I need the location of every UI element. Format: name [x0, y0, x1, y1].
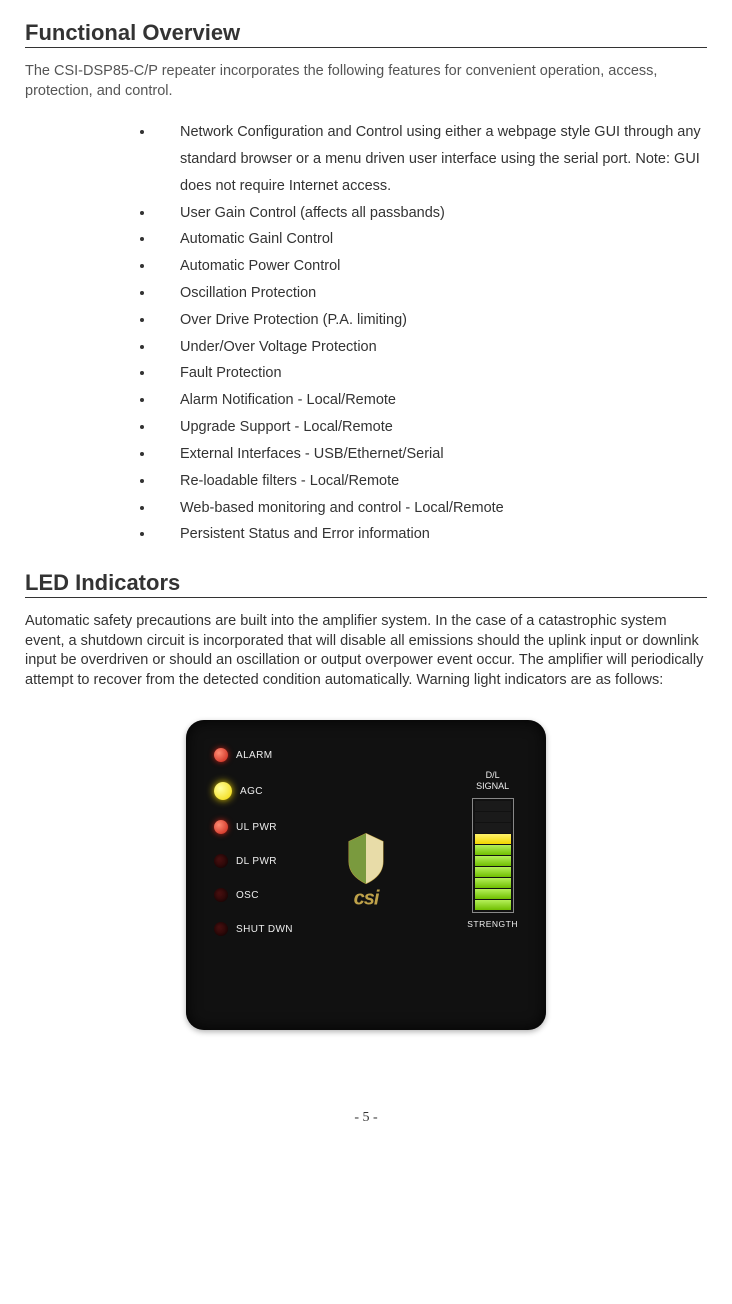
ul-pwr-label: UL PWR — [236, 822, 277, 833]
functional-overview-heading: Functional Overview — [25, 20, 707, 48]
bar-segment — [475, 834, 511, 844]
page-number: - 5 - — [25, 1110, 707, 1126]
agc-led-icon — [214, 782, 232, 800]
bar-segment — [475, 889, 511, 899]
list-item: Over Drive Protection (P.A. limiting) — [155, 307, 707, 334]
ul-pwr-row: UL PWR — [214, 820, 293, 834]
led-panel: ALARM AGC UL PWR DL PWR OSC SHUT DWN — [186, 720, 546, 1030]
agc-row: AGC — [214, 782, 293, 800]
list-item: Oscillation Protection — [155, 280, 707, 307]
osc-row: OSC — [214, 888, 293, 902]
signal-strength-meter-icon — [472, 798, 514, 913]
feature-list: Network Configuration and Control using … — [25, 119, 707, 548]
bar-segment — [475, 856, 511, 866]
list-item: External Interfaces - USB/Ethernet/Seria… — [155, 441, 707, 468]
functional-overview-intro: The CSI-DSP85-C/P repeater incorporates … — [25, 62, 707, 101]
csi-shield-icon — [343, 832, 389, 886]
strength-label: STRENGTH — [467, 919, 518, 929]
ul-pwr-led-icon — [214, 820, 228, 834]
list-item: Automatic Gainl Control — [155, 226, 707, 253]
shut-dwn-led-icon — [214, 922, 228, 936]
alarm-label: ALARM — [236, 750, 272, 761]
list-item: Automatic Power Control — [155, 253, 707, 280]
status-led-column: ALARM AGC UL PWR DL PWR OSC SHUT DWN — [214, 748, 293, 936]
list-item: Upgrade Support - Local/Remote — [155, 414, 707, 441]
led-indicators-body: Automatic safety precautions are built i… — [25, 612, 707, 690]
list-item: Fault Protection — [155, 360, 707, 387]
dl-pwr-led-icon — [214, 854, 228, 868]
dl-signal-label: D/L SIGNAL — [467, 770, 518, 792]
bar-segment — [475, 812, 511, 822]
shut-dwn-label: SHUT DWN — [236, 924, 293, 935]
signal-strength-column: D/L SIGNAL STRENGTH — [467, 770, 518, 929]
shut-dwn-row: SHUT DWN — [214, 922, 293, 936]
dl-pwr-label: DL PWR — [236, 856, 277, 867]
bar-segment — [475, 823, 511, 833]
csi-logo-text: csi — [343, 888, 389, 911]
osc-label: OSC — [236, 890, 259, 901]
bar-segment — [475, 900, 511, 910]
list-item: Under/Over Voltage Protection — [155, 334, 707, 361]
bar-segment — [475, 878, 511, 888]
led-indicators-heading: LED Indicators — [25, 570, 707, 598]
agc-label: AGC — [240, 786, 263, 797]
alarm-led-icon — [214, 748, 228, 762]
bar-segment — [475, 845, 511, 855]
list-item: Network Configuration and Control using … — [155, 119, 707, 199]
alarm-row: ALARM — [214, 748, 293, 762]
csi-logo: csi — [343, 832, 389, 911]
led-panel-figure: ALARM AGC UL PWR DL PWR OSC SHUT DWN — [25, 720, 707, 1030]
bar-segment — [475, 867, 511, 877]
list-item: Alarm Notification - Local/Remote — [155, 387, 707, 414]
bar-segment — [475, 801, 511, 811]
list-item: Re-loadable filters - Local/Remote — [155, 468, 707, 495]
osc-led-icon — [214, 888, 228, 902]
list-item: User Gain Control (affects all passbands… — [155, 200, 707, 227]
list-item: Web-based monitoring and control - Local… — [155, 495, 707, 522]
list-item: Persistent Status and Error information — [155, 521, 707, 548]
dl-pwr-row: DL PWR — [214, 854, 293, 868]
